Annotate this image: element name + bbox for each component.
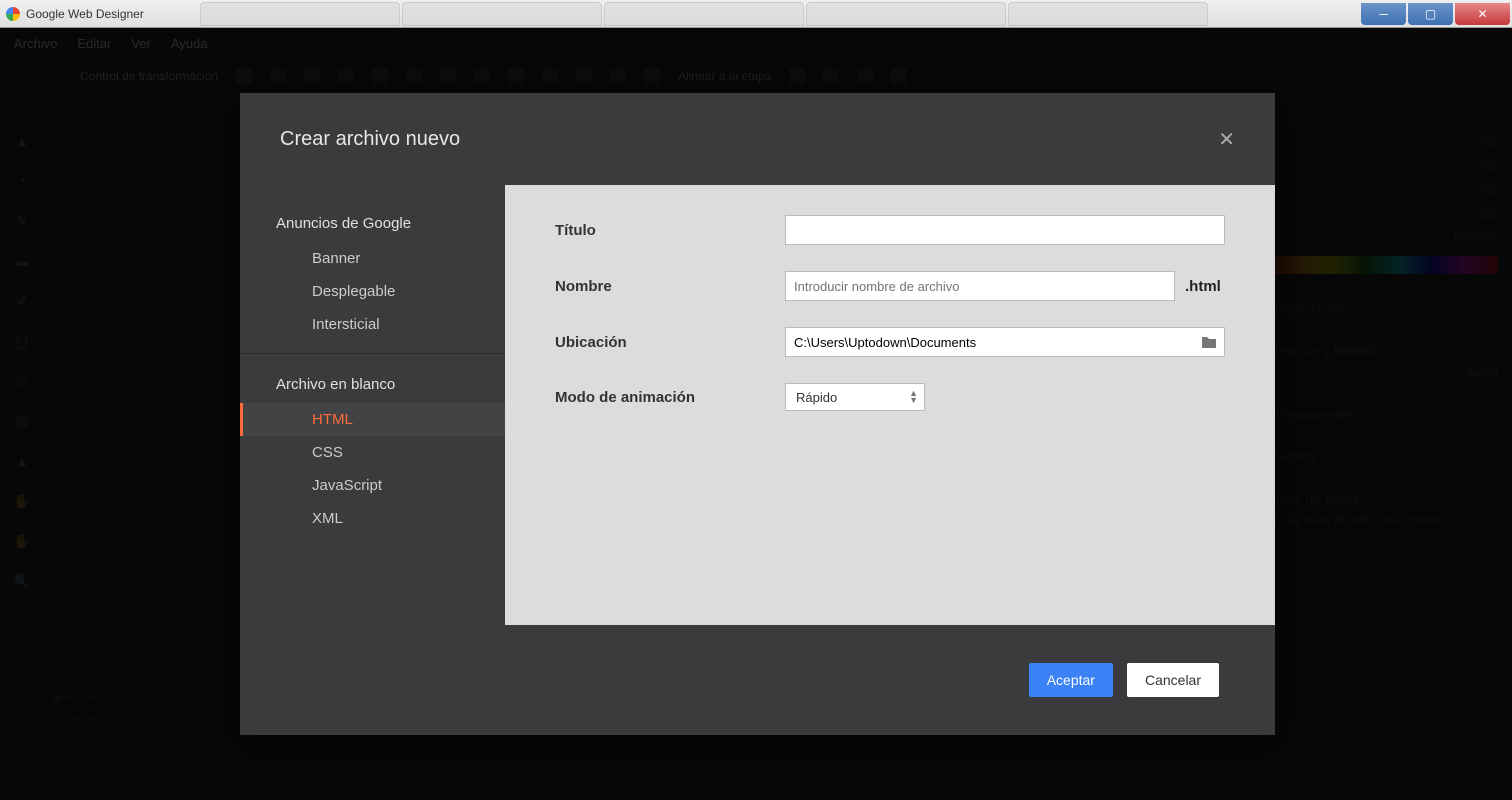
sidebar-item-css[interactable]: CSS bbox=[240, 436, 505, 469]
nombre-input[interactable] bbox=[785, 271, 1175, 301]
dialog-close-icon[interactable]: ✕ bbox=[1218, 127, 1235, 152]
modo-animacion-value: Rápido bbox=[796, 390, 837, 405]
window-title: Google Web Designer bbox=[26, 7, 144, 21]
window-titlebar: Google Web Designer ─ ▢ ✕ bbox=[0, 0, 1512, 28]
sidebar-item-intersticial[interactable]: Intersticial bbox=[240, 308, 505, 341]
browser-tab[interactable] bbox=[200, 2, 400, 26]
dialog-body: Anuncios de Google Banner Desplegable In… bbox=[240, 185, 1275, 625]
sidebar-item-xml[interactable]: XML bbox=[240, 502, 505, 535]
browser-tab[interactable] bbox=[402, 2, 602, 26]
nombre-label: Nombre bbox=[555, 278, 785, 295]
sidebar-item-banner[interactable]: Banner bbox=[240, 242, 505, 275]
modo-animacion-label: Modo de animación bbox=[555, 389, 785, 406]
sidebar-item-html[interactable]: HTML bbox=[240, 403, 505, 436]
close-button[interactable]: ✕ bbox=[1455, 3, 1510, 25]
dialog-header: Crear archivo nuevo ✕ bbox=[240, 93, 1275, 185]
file-extension-label: .html bbox=[1185, 278, 1221, 295]
dialog-sidebar: Anuncios de Google Banner Desplegable In… bbox=[240, 185, 505, 625]
dialog-title: Crear archivo nuevo bbox=[280, 128, 460, 151]
accept-button[interactable]: Aceptar bbox=[1029, 663, 1113, 697]
sidebar-item-desplegable[interactable]: Desplegable bbox=[240, 275, 505, 308]
ubicacion-label: Ubicación bbox=[555, 334, 785, 351]
window-controls: ─ ▢ ✕ bbox=[1361, 3, 1512, 25]
app-icon bbox=[6, 7, 20, 21]
browser-tab[interactable] bbox=[604, 2, 804, 26]
new-file-dialog: Crear archivo nuevo ✕ Anuncios de Google… bbox=[240, 93, 1275, 735]
titulo-input[interactable] bbox=[785, 215, 1225, 245]
ubicacion-input[interactable] bbox=[785, 327, 1225, 357]
sidebar-group-blank-file: Archivo en blanco bbox=[240, 366, 505, 403]
browser-tab[interactable] bbox=[1008, 2, 1208, 26]
browser-tab[interactable] bbox=[806, 2, 1006, 26]
sidebar-divider bbox=[240, 353, 505, 354]
browser-tabstrip bbox=[200, 2, 1312, 26]
select-spinner-icon: ▲▼ bbox=[909, 390, 918, 404]
modo-animacion-select[interactable]: Rápido ▲▼ bbox=[785, 383, 925, 411]
titulo-label: Título bbox=[555, 222, 785, 239]
sidebar-group-google-ads: Anuncios de Google bbox=[240, 205, 505, 242]
cancel-button[interactable]: Cancelar bbox=[1127, 663, 1219, 697]
dialog-form: Título Nombre .html Ubicación Modo de an… bbox=[505, 185, 1275, 625]
sidebar-item-javascript[interactable]: JavaScript bbox=[240, 469, 505, 502]
maximize-button[interactable]: ▢ bbox=[1408, 3, 1453, 25]
browse-folder-icon[interactable] bbox=[1199, 332, 1219, 352]
minimize-button[interactable]: ─ bbox=[1361, 3, 1406, 25]
titlebar-left: Google Web Designer bbox=[0, 7, 144, 21]
dialog-footer: Aceptar Cancelar bbox=[240, 625, 1275, 735]
